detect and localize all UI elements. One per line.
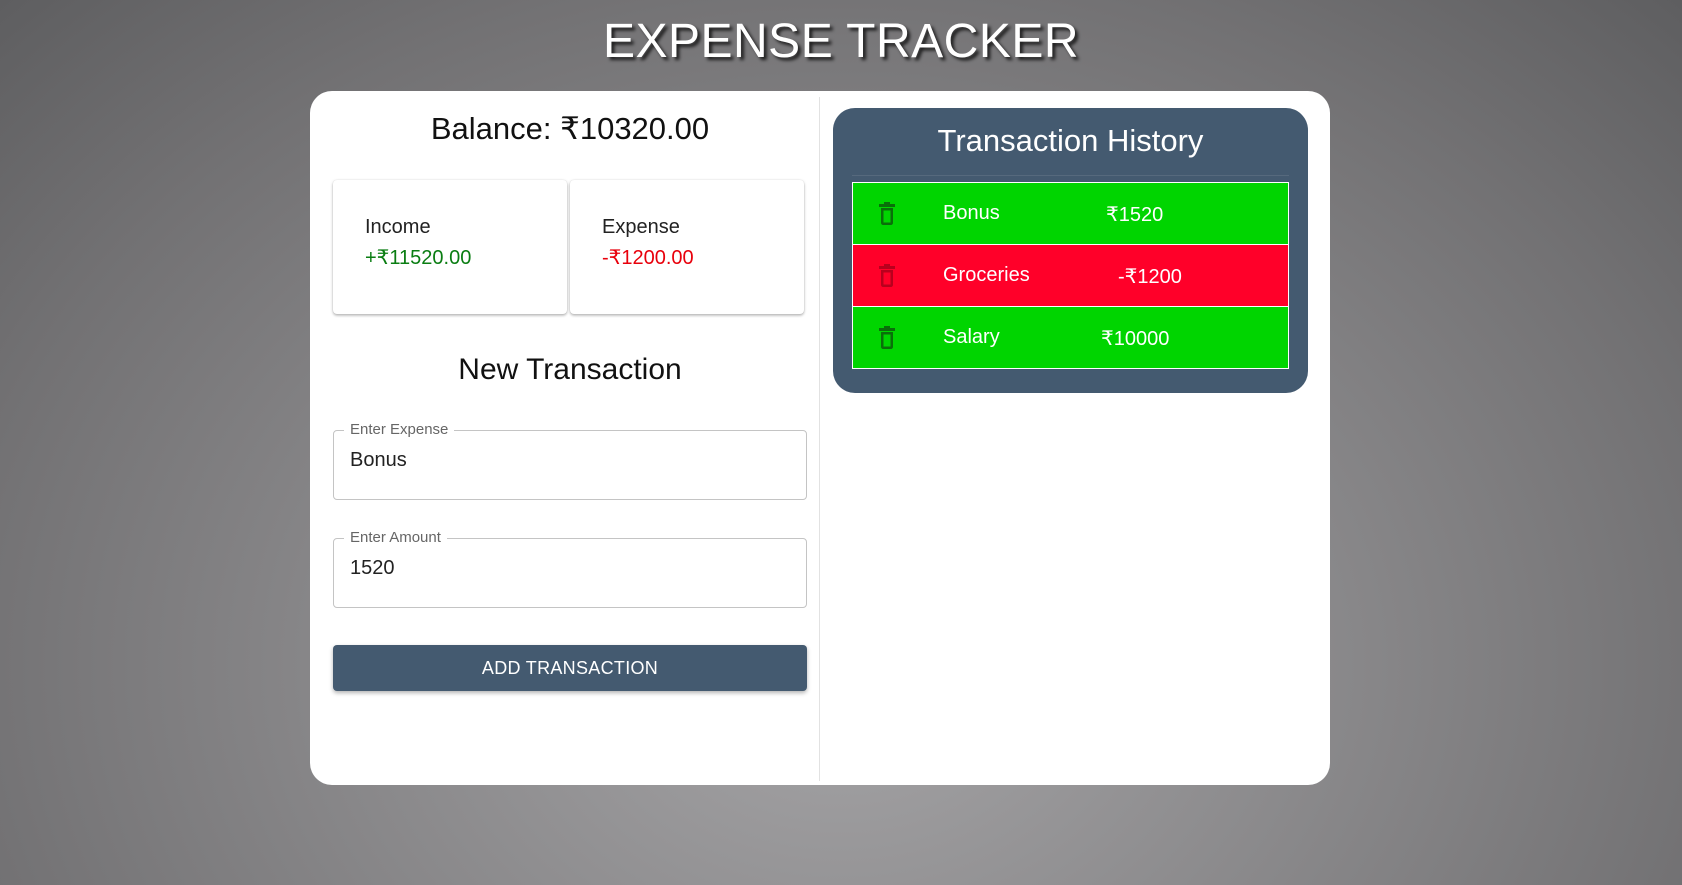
history-title: Transaction History: [937, 123, 1204, 158]
expense-field: Enter Expense: [333, 421, 807, 500]
income-label: Income: [365, 216, 431, 238]
income-value: +₹11520.00: [365, 247, 472, 269]
panel-divider: [819, 97, 820, 781]
balance-display: Balance: ₹10320.00: [430, 111, 710, 146]
transaction-row: Groceries -₹1200: [852, 244, 1289, 307]
expense-value: -₹1200.00: [602, 247, 694, 269]
trash-icon[interactable]: [878, 263, 896, 287]
transaction-amount: ₹10000: [1101, 328, 1170, 350]
trash-icon[interactable]: [878, 325, 896, 349]
transaction-list: Bonus ₹1520 Groceries -₹1200 Salary ₹100…: [852, 182, 1289, 369]
expense-field-label: Enter Expense: [344, 421, 455, 438]
income-summary: Income +₹11520.00: [333, 180, 567, 314]
expense-input[interactable]: [350, 449, 790, 472]
trash-icon[interactable]: [878, 201, 896, 225]
transaction-amount: ₹1520: [1106, 204, 1164, 226]
expense-summary: Expense -₹1200.00: [570, 180, 804, 314]
transaction-row: Bonus ₹1520: [852, 182, 1289, 245]
transaction-name: Groceries: [943, 264, 1030, 286]
transaction-history-panel: Transaction History Bonus ₹1520 Grocerie…: [833, 108, 1308, 393]
amount-input[interactable]: [350, 557, 790, 580]
expense-label: Expense: [602, 216, 680, 238]
amount-field-label: Enter Amount: [344, 529, 447, 546]
amount-field: Enter Amount: [333, 529, 807, 608]
new-transaction-title: New Transaction: [458, 353, 682, 386]
transaction-name: Bonus: [943, 202, 1000, 224]
transaction-row: Salary ₹10000: [852, 306, 1289, 369]
history-separator: [852, 175, 1289, 176]
app-title: EXPENSE TRACKER: [602, 15, 1080, 68]
add-transaction-button[interactable]: ADD TRANSACTION: [333, 645, 807, 691]
main-card: Balance: ₹10320.00 Income +₹11520.00 Exp…: [310, 91, 1330, 785]
transaction-name: Salary: [943, 326, 1000, 348]
transaction-amount: -₹1200: [1118, 266, 1182, 288]
